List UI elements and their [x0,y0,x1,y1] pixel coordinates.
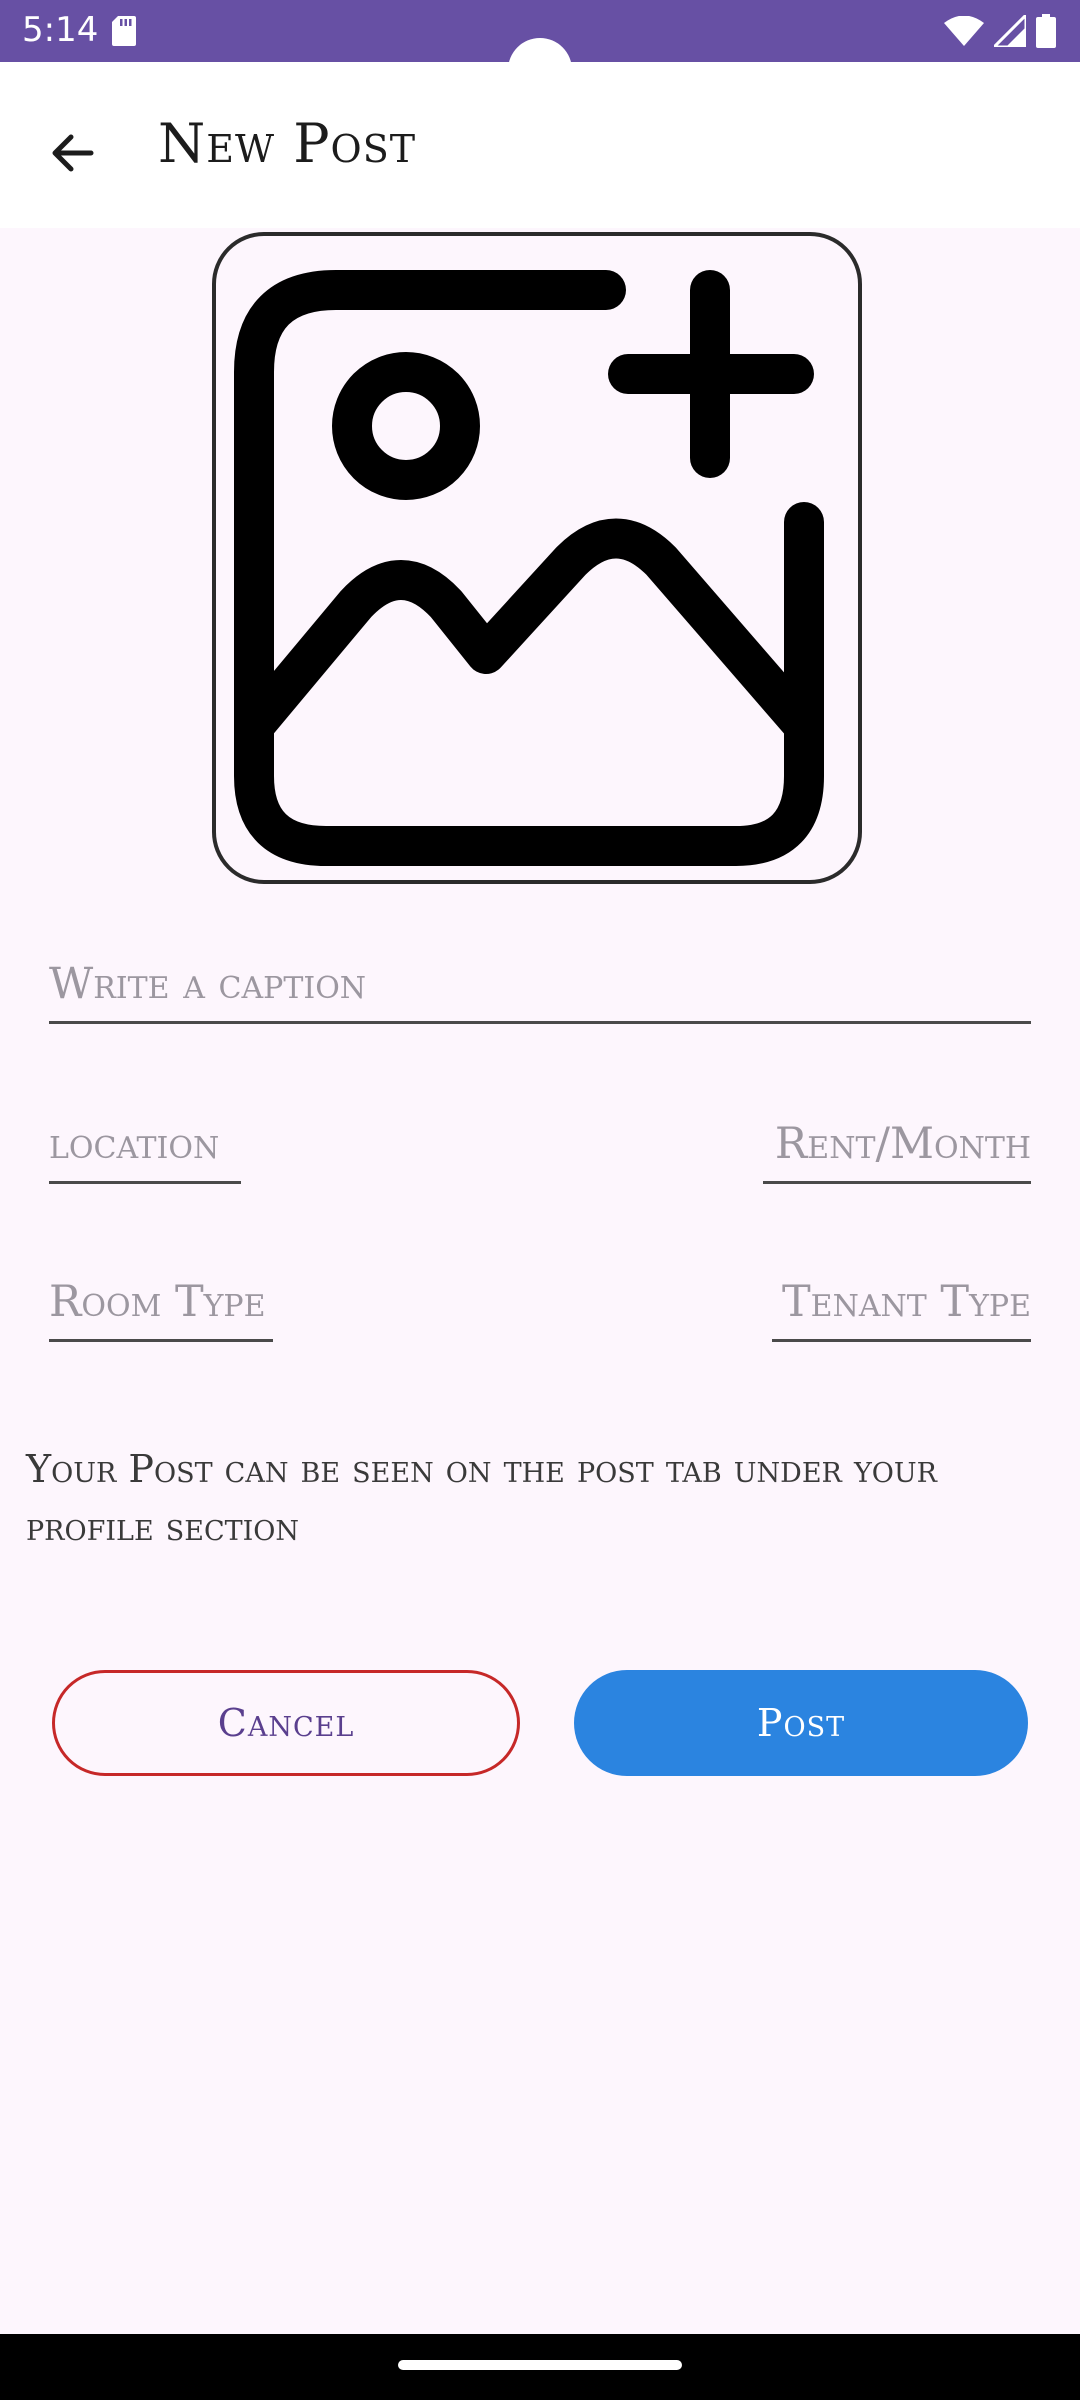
battery-icon [1036,14,1056,48]
caption-placeholder: Write a caption [49,959,367,1009]
page-title: New Post [158,112,417,175]
room-type-input[interactable]: Room Type [49,1258,273,1342]
signal-icon [994,15,1026,47]
location-placeholder: location [49,1119,220,1169]
home-handle[interactable] [398,2360,682,2370]
wifi-icon [944,16,984,46]
rent-placeholder: Rent/Month [774,1119,1031,1169]
status-time: 5:14 [22,10,99,50]
post-button[interactable]: Post [574,1670,1028,1776]
add-photo-icon [234,270,824,866]
cancel-button[interactable]: Cancel [52,1670,520,1776]
location-input[interactable]: location [49,1100,241,1184]
room-type-placeholder: Room Type [49,1277,266,1327]
info-text: Your Post can be seen on the post tab un… [26,1447,937,1549]
status-icons [944,14,1056,48]
arrow-back-icon [52,134,94,172]
tenant-type-input[interactable]: Tenant Type [772,1258,1031,1342]
rent-input[interactable]: Rent/Month [763,1100,1031,1184]
back-button[interactable] [36,116,110,190]
sd-card-icon [112,16,136,46]
tenant-type-placeholder: Tenant Type [782,1277,1031,1327]
app-bar: New Post [0,62,1080,228]
image-picker-button[interactable] [212,232,862,884]
caption-input[interactable]: Write a caption [49,940,1031,1024]
